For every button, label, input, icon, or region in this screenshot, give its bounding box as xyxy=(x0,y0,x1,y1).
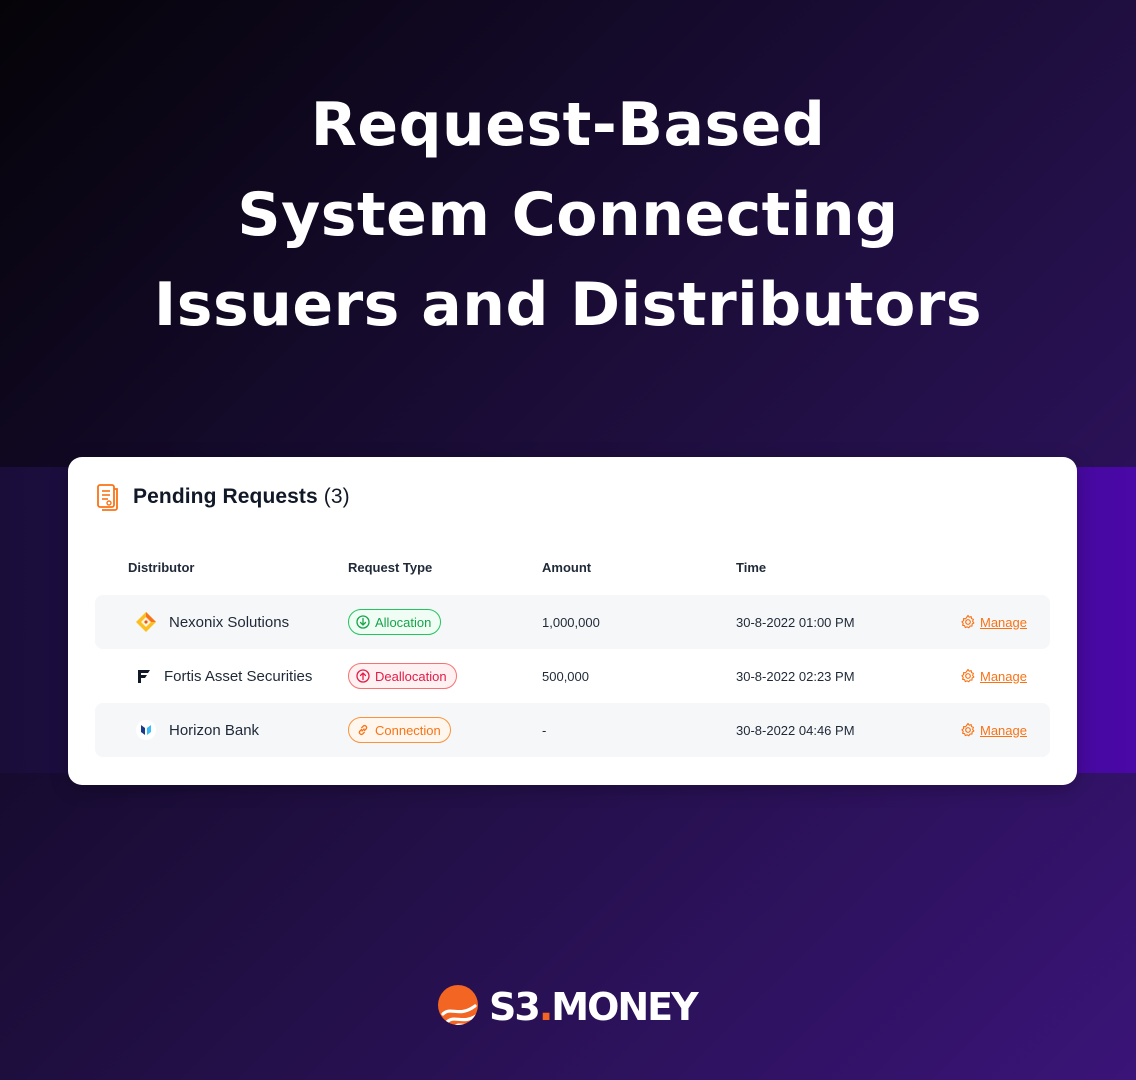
pending-requests-card: Pending Requests (3) Distributor Request… xyxy=(68,457,1077,785)
fortis-logo xyxy=(135,665,153,687)
card-title-text: Pending Requests xyxy=(133,485,318,508)
document-list-icon xyxy=(96,483,120,511)
card-title-count: (3) xyxy=(323,485,350,508)
amount-cell: 500,000 xyxy=(542,668,589,684)
distributor-name: Fortis Asset Securities xyxy=(164,667,313,685)
hero-title-line-3: Issuers and Distributors xyxy=(153,270,983,340)
gear-icon xyxy=(961,614,975,629)
manage-cell: Manage xyxy=(960,595,1027,649)
request-type-label: Deallocation xyxy=(375,668,447,684)
manage-button[interactable]: Manage xyxy=(960,722,1027,738)
manage-button[interactable]: Manage xyxy=(960,668,1027,684)
card-header: Pending Requests (3) xyxy=(96,483,350,511)
table-row: Fortis Asset Securities Deallocation 500… xyxy=(95,649,1050,703)
horizon-bank-logo xyxy=(135,719,157,741)
distributor-cell: Horizon Bank xyxy=(135,703,259,757)
table-row: Nexonix Solutions Allocation 1,000,000 3… xyxy=(95,595,1050,649)
distributor-cell: Fortis Asset Securities xyxy=(135,649,312,703)
nexonix-logo xyxy=(135,611,157,633)
distributor-name: Horizon Bank xyxy=(169,721,260,739)
manage-label: Manage xyxy=(980,722,1027,738)
hero-title-line-1: Request-Based xyxy=(310,90,826,160)
table-header: Distributor Request Type Amount Time xyxy=(68,560,1077,580)
request-type-cell: Deallocation xyxy=(348,649,457,703)
time-cell: 30-8-2022 01:00 PM xyxy=(736,614,855,630)
column-header-amount: Amount xyxy=(542,560,592,575)
amount-cell: - xyxy=(542,722,547,738)
table-row: Horizon Bank Connection - 30-8-2022 04:4… xyxy=(95,703,1050,757)
column-header-request-type: Request Type xyxy=(348,560,433,575)
amount-cell: 1,000,000 xyxy=(542,614,600,630)
request-type-label: Connection xyxy=(375,722,441,738)
s3-money-mark-icon xyxy=(437,984,479,1031)
brand-name: S3.MONEY xyxy=(489,985,699,1029)
brand-logo: S3.MONEY xyxy=(437,984,699,1031)
column-header-time: Time xyxy=(736,560,767,575)
manage-cell: Manage xyxy=(960,649,1027,703)
manage-label: Manage xyxy=(980,614,1027,630)
brand-dot: . xyxy=(538,985,554,1029)
manage-cell: Manage xyxy=(960,703,1027,757)
brand-name-part-2: MONEY xyxy=(551,985,698,1029)
gear-icon xyxy=(961,722,975,737)
manage-button[interactable]: Manage xyxy=(960,614,1027,630)
connection-badge: Connection xyxy=(348,717,451,743)
gear-icon xyxy=(961,668,975,683)
hero-title: Request-Based System Connecting Issuers … xyxy=(0,80,1136,350)
hero-title-line-2: System Connecting xyxy=(237,180,899,250)
allocation-badge: Allocation xyxy=(348,609,442,635)
request-type-label: Allocation xyxy=(375,614,432,630)
column-header-distributor: Distributor xyxy=(128,560,195,575)
card-title: Pending Requests (3) xyxy=(133,485,350,509)
time-cell: 30-8-2022 02:23 PM xyxy=(736,668,855,684)
link-icon xyxy=(358,724,368,736)
deallocation-badge: Deallocation xyxy=(348,663,457,689)
distributor-name: Nexonix Solutions xyxy=(169,613,290,631)
request-type-cell: Allocation xyxy=(348,595,442,649)
arrow-up-circle-icon xyxy=(356,669,370,683)
arrow-down-circle-icon xyxy=(356,615,370,629)
brand-name-part-1: S3 xyxy=(489,985,541,1029)
distributor-cell: Nexonix Solutions xyxy=(135,595,289,649)
time-cell: 30-8-2022 04:46 PM xyxy=(736,722,855,738)
manage-label: Manage xyxy=(980,668,1027,684)
request-type-cell: Connection xyxy=(348,703,451,757)
